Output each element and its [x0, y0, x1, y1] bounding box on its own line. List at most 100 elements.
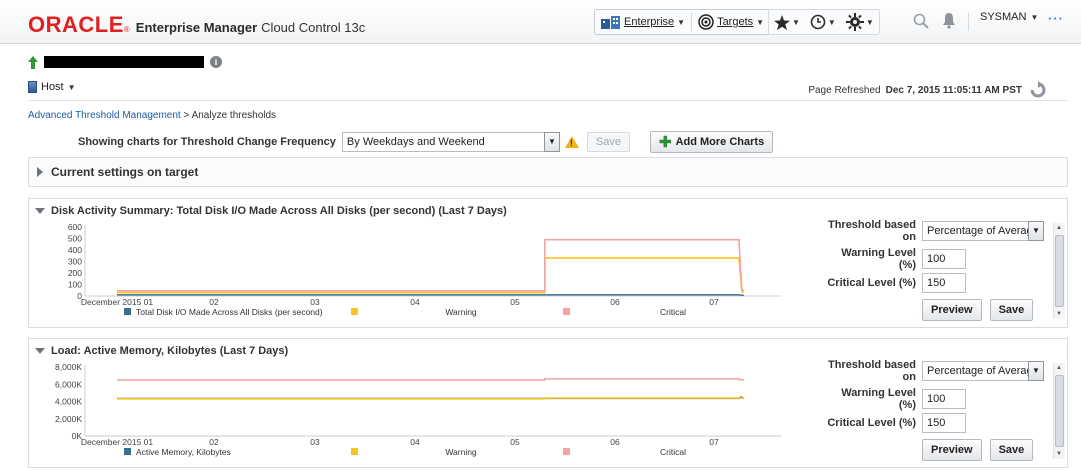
legend-label: Critical: [660, 307, 686, 317]
threshold-based-select[interactable]: Percentage of Average ▼: [922, 361, 1044, 381]
frequency-select[interactable]: By Weekdays and Weekend ▼: [341, 132, 560, 152]
critical-level-label: Critical Level (%): [827, 417, 916, 429]
search-icon[interactable]: [913, 13, 929, 29]
chart-panel-memory: Load: Active Memory, Kilobytes (Last 7 D…: [28, 338, 1068, 468]
threshold-based-label: Threshold based on: [827, 219, 916, 243]
current-settings-header[interactable]: Current settings on target: [29, 158, 1067, 186]
top-header: ORACLE ® Enterprise Manager Cloud Control…: [0, 0, 1081, 44]
legend-swatch: [124, 448, 131, 455]
warning-level-label: Warning Level (%): [841, 387, 916, 411]
save-button[interactable]: Save: [989, 439, 1034, 461]
x-tick-label: 07: [709, 437, 719, 447]
y-tick-label: 6,000K: [55, 379, 82, 389]
page-refreshed: Page Refreshed Dec 7, 2015 11:05:11 AM P…: [808, 81, 1049, 99]
chevron-down-icon[interactable]: ▼: [1028, 361, 1044, 381]
add-more-charts-button[interactable]: ✚ Add More Charts: [650, 131, 774, 153]
page-refreshed-label: Page Refreshed: [808, 84, 881, 96]
expand-icon: [37, 167, 43, 177]
chevron-down-icon[interactable]: ▼: [1028, 221, 1044, 241]
x-tick-label: 03: [310, 437, 320, 447]
gear-icon: [845, 13, 864, 31]
legend-swatch: [563, 448, 570, 455]
chevron-down-icon: ▼: [1030, 12, 1039, 22]
y-tick-label: 4,000K: [55, 397, 82, 407]
x-tick-label: 02: [209, 437, 219, 447]
save-frequency-button[interactable]: Save: [586, 132, 630, 152]
save-button[interactable]: Save: [989, 299, 1034, 321]
x-tick-label: 05: [510, 297, 520, 307]
series-line-data: [117, 294, 744, 297]
settings-scrollbar[interactable]: ▲ ▼: [1053, 223, 1065, 319]
host-menu[interactable]: Host ▼: [28, 81, 76, 93]
x-tick-label: December 2015 01: [81, 437, 154, 447]
favorites-menu[interactable]: ▼: [769, 10, 805, 34]
refresh-icon[interactable]: [1027, 81, 1049, 99]
breadcrumb: Advanced Threshold Management > Analyze …: [28, 110, 276, 121]
series-line-critical: [117, 238, 745, 292]
quick-tools: ▼ ▼ ▼: [768, 9, 880, 35]
scroll-down-icon[interactable]: ▼: [1056, 451, 1062, 457]
info-icon[interactable]: i: [210, 56, 222, 68]
enterprise-menu[interactable]: Enterprise ▼: [595, 10, 691, 34]
active-memory-chart: 8,000K6,000K4,000K2,000K0KDecember 2015 …: [55, 362, 781, 457]
enterprise-label: Enterprise: [624, 16, 675, 28]
threshold-based-select[interactable]: Percentage of Average ▼: [922, 221, 1044, 241]
chart-actions: Preview Save: [922, 299, 1034, 321]
scroll-thumb[interactable]: [1055, 375, 1064, 447]
nav-divider: [968, 13, 969, 31]
breadcrumb-link-atm[interactable]: Advanced Threshold Management: [28, 110, 181, 121]
chart-panel-disk: Disk Activity Summary: Total Disk I/O Ma…: [28, 198, 1068, 328]
user-menu[interactable]: SYSMAN ▼: [980, 11, 1038, 23]
x-tick-label: 03: [310, 297, 320, 307]
main-nav: Enterprise ▼ Targets ▼: [594, 9, 772, 35]
target-name-bar: i: [28, 53, 222, 71]
legend-label: Warning: [445, 307, 477, 317]
current-settings-title: Current settings on target: [51, 165, 199, 179]
x-tick-label: 06: [610, 437, 620, 447]
page-refreshed-time: Dec 7, 2015 11:05:11 AM PST: [885, 84, 1022, 96]
status-up-arrow-icon: [28, 55, 38, 69]
logo-product: Enterprise Manager: [135, 20, 258, 35]
warning-level-row: Warning Level (%): [824, 247, 966, 271]
legend-label: Active Memory, Kilobytes: [136, 447, 231, 457]
settings-scrollbar[interactable]: ▲ ▼: [1053, 363, 1065, 459]
threshold-based-label: Threshold based on: [827, 359, 916, 383]
y-tick-label: 100: [68, 280, 82, 290]
y-tick-label: 500: [68, 234, 82, 244]
preview-button[interactable]: Preview: [922, 299, 982, 321]
chevron-down-icon: ▼: [756, 17, 765, 27]
y-tick-label: 600: [68, 222, 82, 232]
scroll-up-icon[interactable]: ▲: [1056, 225, 1062, 231]
scroll-thumb[interactable]: [1055, 235, 1064, 307]
legend-swatch: [563, 308, 570, 315]
warning-level-label: Warning Level (%): [841, 247, 916, 271]
legend-label: Critical: [660, 447, 686, 457]
redacted-target-name: [44, 56, 204, 68]
y-tick-label: 2,000K: [55, 414, 82, 424]
legend-label: Warning: [445, 447, 477, 457]
oracle-logo[interactable]: ORACLE ® Enterprise Manager Cloud Control…: [28, 12, 365, 37]
warning-level-input[interactable]: [922, 249, 966, 269]
history-menu[interactable]: ▼: [805, 10, 841, 34]
warning-level-input[interactable]: [922, 389, 966, 409]
showing-charts-row: Showing charts for Threshold Change Freq…: [78, 131, 774, 153]
add-more-charts-label: Add More Charts: [675, 136, 765, 148]
critical-level-label: Critical Level (%): [827, 277, 916, 289]
more-options-icon[interactable]: ···: [1048, 11, 1064, 26]
frequency-select-value: By Weekdays and Weekend: [346, 136, 485, 148]
bell-icon[interactable]: [942, 12, 956, 29]
scroll-up-icon[interactable]: ▲: [1056, 365, 1062, 371]
targets-menu[interactable]: Targets ▼: [692, 10, 770, 34]
chevron-down-icon[interactable]: ▼: [543, 132, 560, 152]
setup-menu[interactable]: ▼: [841, 10, 879, 34]
critical-level-input[interactable]: [922, 273, 966, 293]
user-name: SYSMAN: [980, 11, 1027, 23]
threshold-based-value: Percentage of Average: [927, 225, 1039, 237]
x-tick-label: 04: [410, 437, 420, 447]
scroll-down-icon[interactable]: ▼: [1056, 311, 1062, 317]
y-tick-label: 8,000K: [55, 362, 82, 372]
preview-button[interactable]: Preview: [922, 439, 982, 461]
critical-level-input[interactable]: [922, 413, 966, 433]
current-settings-panel: Current settings on target: [28, 157, 1068, 187]
chart-actions: Preview Save: [922, 439, 1034, 461]
